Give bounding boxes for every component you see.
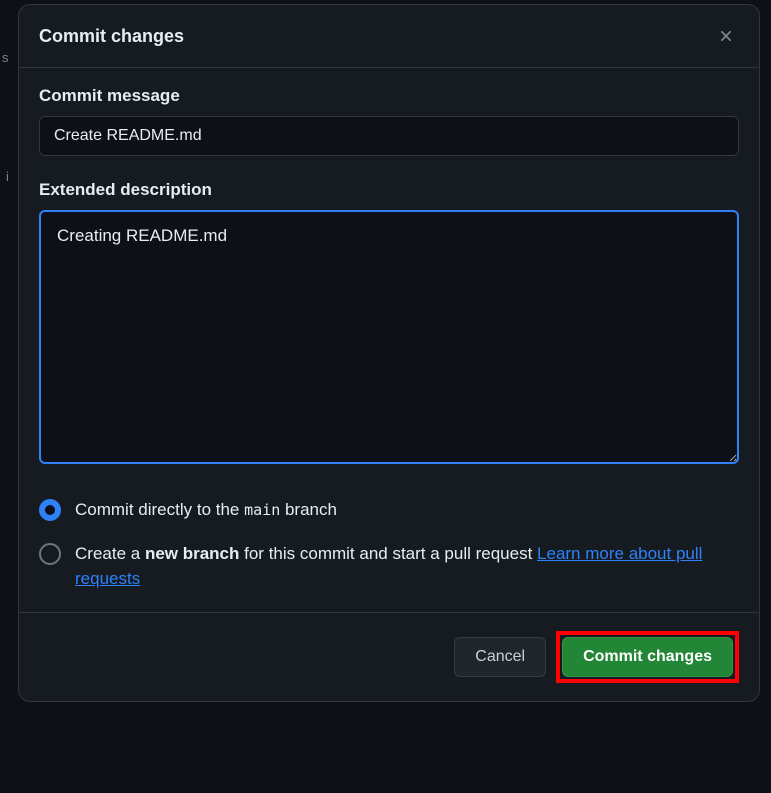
dialog-footer: Cancel Commit changes	[19, 612, 759, 701]
radio-direct-prefix: Commit directly to the	[75, 500, 244, 519]
commit-message-input[interactable]	[39, 116, 739, 156]
radio-newbranch-bold: new branch	[145, 544, 239, 563]
radio-selected-icon	[39, 499, 61, 521]
radio-newbranch-prefix: Create a	[75, 544, 145, 563]
radio-commit-direct[interactable]: Commit directly to the main branch	[39, 497, 739, 523]
highlight-annotation: Commit changes	[556, 631, 739, 683]
branch-name: main	[244, 501, 280, 519]
commit-changes-dialog: Commit changes Commit message Extended d…	[18, 4, 760, 702]
dialog-body: Commit message Extended description Crea…	[19, 68, 759, 612]
commit-changes-button[interactable]: Commit changes	[562, 637, 733, 677]
bg-char: s	[2, 50, 9, 65]
radio-new-branch[interactable]: Create a new branch for this commit and …	[39, 541, 739, 592]
radio-newbranch-suffix: for this commit and start a pull request	[239, 544, 537, 563]
branch-radio-group: Commit directly to the main branch Creat…	[39, 497, 739, 592]
close-button[interactable]	[713, 23, 739, 49]
background-sliver: s i	[0, 0, 18, 793]
extended-description-group: Extended description Creating README.md	[39, 180, 739, 469]
extended-description-input[interactable]: Creating README.md	[39, 210, 739, 464]
extended-description-label: Extended description	[39, 180, 739, 200]
bg-char: i	[6, 169, 9, 184]
radio-unselected-icon	[39, 543, 61, 565]
commit-message-group: Commit message	[39, 86, 739, 156]
commit-message-label: Commit message	[39, 86, 739, 106]
radio-newbranch-label: Create a new branch for this commit and …	[75, 541, 739, 592]
dialog-title: Commit changes	[39, 26, 184, 47]
dialog-header: Commit changes	[19, 5, 759, 68]
radio-direct-label: Commit directly to the main branch	[75, 497, 337, 523]
radio-direct-suffix: branch	[280, 500, 337, 519]
close-icon	[717, 27, 735, 45]
cancel-button[interactable]: Cancel	[454, 637, 546, 677]
